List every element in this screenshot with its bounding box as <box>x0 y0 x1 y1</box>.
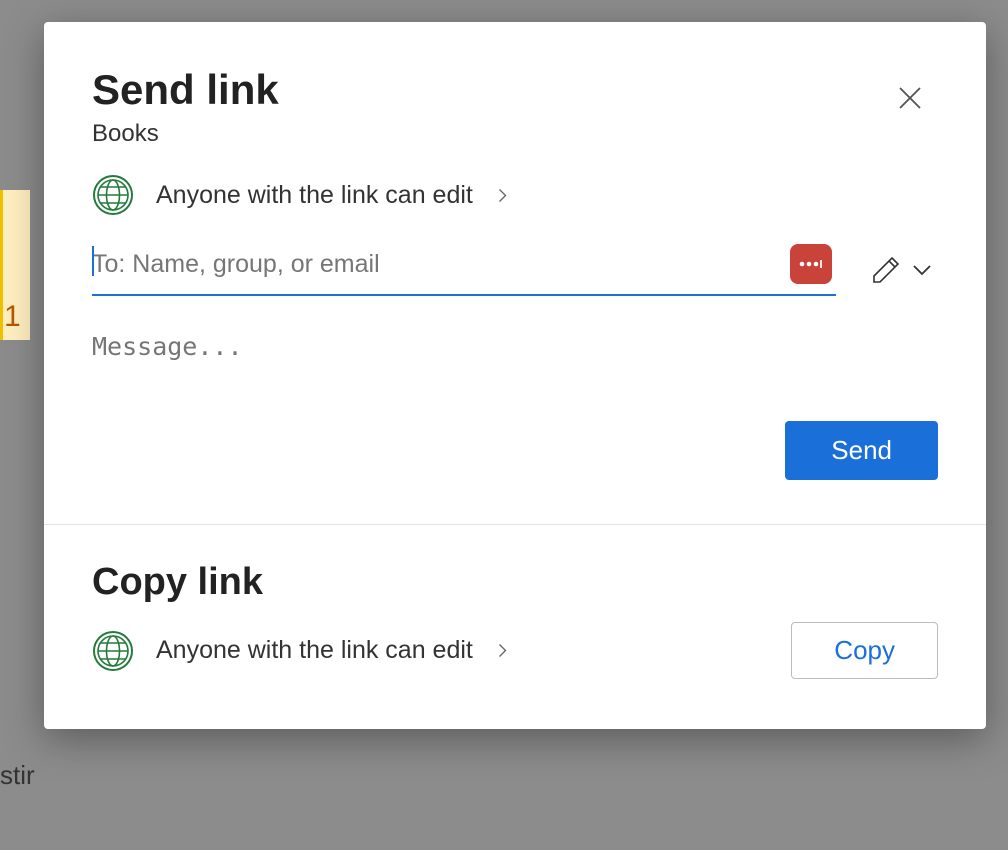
chevron-right-icon <box>495 643 510 658</box>
globe-icon <box>92 174 134 216</box>
globe-icon <box>92 630 134 672</box>
send-link-dialog: Send link Books Anyone with the link can… <box>44 22 986 729</box>
password-manager-badge[interactable] <box>790 244 832 284</box>
close-icon <box>895 83 925 113</box>
link-permission-selector[interactable]: Anyone with the link can edit <box>44 148 986 230</box>
pencil-icon <box>870 254 902 286</box>
ellipsis-icon <box>798 258 824 270</box>
recipient-input[interactable] <box>92 250 790 279</box>
dialog-header: Send link Books <box>44 22 986 148</box>
background-row-number: 1 <box>4 300 21 334</box>
chevron-down-icon <box>912 264 932 276</box>
recipient-input-wrapper <box>92 244 836 296</box>
copy-link-row: Anyone with the link can edit Copy <box>92 622 938 679</box>
copy-link-section: Copy link Anyone with the link can edit … <box>44 525 986 729</box>
recipient-row <box>44 230 986 296</box>
permission-label: Anyone with the link can edit <box>156 181 473 210</box>
copy-link-permission-label: Anyone with the link can edit <box>156 636 473 665</box>
text-cursor <box>92 246 94 276</box>
message-area <box>44 296 986 407</box>
message-input[interactable] <box>92 332 938 392</box>
close-button[interactable] <box>886 74 934 122</box>
dialog-subtitle: Books <box>92 120 938 148</box>
background-text-fragment: stir <box>0 760 35 791</box>
dialog-title: Send link <box>92 66 938 114</box>
send-button-row: Send <box>44 407 986 524</box>
chevron-right-icon <box>495 188 510 203</box>
copy-link-title: Copy link <box>92 561 938 604</box>
copy-link-permission-selector[interactable]: Anyone with the link can edit <box>92 630 510 672</box>
send-button[interactable]: Send <box>785 421 938 480</box>
edit-permission-dropdown[interactable] <box>864 248 938 292</box>
copy-button[interactable]: Copy <box>791 622 938 679</box>
